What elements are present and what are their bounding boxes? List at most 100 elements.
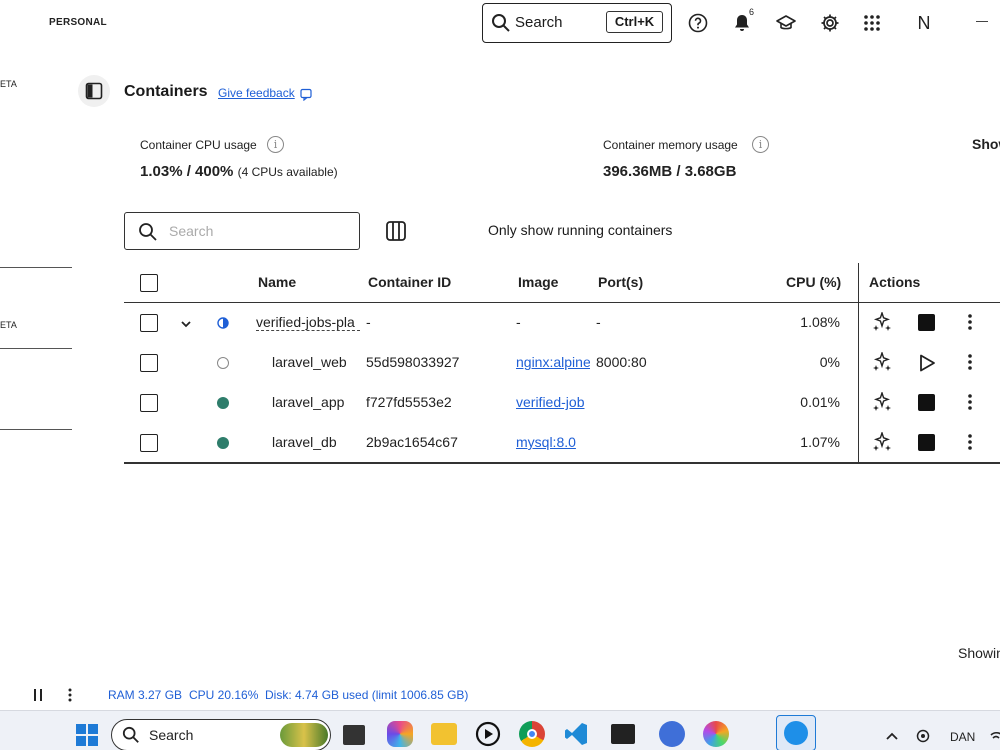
chevron-up-icon[interactable] — [885, 731, 899, 741]
search-highlight-image — [280, 723, 328, 747]
give-feedback-link[interactable]: Give feedback — [218, 86, 295, 100]
container-id: f727fd5553e2 — [366, 394, 452, 410]
container-search-field[interactable] — [124, 212, 360, 250]
column-header-cpu[interactable]: CPU (%) — [786, 274, 841, 290]
apps-grid-icon[interactable] — [861, 12, 883, 34]
stopped-status-icon — [217, 357, 229, 369]
system-tray-icon[interactable] — [916, 728, 930, 744]
column-header-ports[interactable]: Port(s) — [598, 274, 643, 290]
account-label[interactable]: PERSONAL — [49, 17, 107, 28]
container-cpu: 1.07% — [800, 434, 840, 450]
sidebar-divider — [0, 429, 72, 430]
app-icon[interactable] — [659, 721, 685, 747]
stop-icon[interactable] — [918, 314, 935, 331]
disk-usage: Disk: 4.74 GB used (limit 1006.85 GB) — [265, 688, 469, 702]
media-player-icon[interactable] — [475, 721, 501, 747]
stop-icon[interactable] — [918, 434, 935, 451]
more-options-icon[interactable] — [960, 392, 980, 412]
help-icon[interactable] — [687, 12, 709, 34]
taskbar-search-label: Search — [149, 727, 194, 743]
stop-icon[interactable] — [918, 394, 935, 411]
info-icon[interactable]: i — [267, 136, 284, 153]
ask-gordon-sparkle-icon[interactable] — [872, 312, 892, 332]
terminal-icon[interactable] — [611, 724, 635, 744]
file-manager-icon[interactable] — [343, 725, 365, 745]
select-all-checkbox[interactable] — [140, 274, 158, 292]
sidebar-beta-badge: ETA — [0, 320, 17, 330]
chrome-icon[interactable] — [519, 721, 545, 747]
toggle-sidebar-button[interactable] — [78, 75, 110, 107]
gear-icon[interactable] — [819, 12, 841, 34]
more-options-icon[interactable] — [960, 432, 980, 452]
ask-gordon-sparkle-icon[interactable] — [872, 392, 892, 412]
container-image-link[interactable]: mysql:8.0 — [516, 434, 590, 450]
cpu-available: (4 CPUs available) — [237, 165, 338, 179]
row-checkbox[interactable] — [140, 354, 158, 372]
minimize-window-button[interactable] — [976, 21, 988, 22]
ram-usage: RAM 3.27 GB — [108, 688, 183, 702]
container-name[interactable]: verified-jobs-pla — [256, 314, 360, 331]
search-shortcut: Ctrl+K — [606, 11, 663, 33]
running-status-icon — [217, 397, 229, 409]
row-checkbox[interactable] — [140, 394, 158, 412]
columns-icon — [386, 221, 406, 241]
docker-app-button[interactable] — [776, 715, 816, 750]
search-icon — [122, 726, 139, 743]
learning-center-icon[interactable] — [775, 12, 797, 34]
global-search-button[interactable]: Search Ctrl+K — [482, 3, 672, 43]
taskbar-search[interactable]: Search — [111, 719, 331, 750]
top-bar: PERSONAL Search Ctrl+K 6 N — [0, 0, 1000, 46]
container-ports: - — [596, 314, 601, 330]
windows-start-icon[interactable] — [76, 724, 98, 746]
more-options-icon[interactable] — [63, 688, 77, 702]
more-options-icon[interactable] — [960, 352, 980, 372]
wifi-icon[interactable] — [990, 729, 1000, 743]
sidebar-divider — [0, 267, 72, 268]
cpu-usage-value: 1.03% / 400% (4 CPUs available) — [140, 163, 338, 180]
folder-icon[interactable] — [431, 723, 457, 745]
row-checkbox[interactable] — [140, 314, 158, 332]
global-search-label: Search — [515, 14, 563, 31]
container-image-link[interactable]: nginx:alpine — [516, 354, 590, 370]
page-title: Containers — [124, 83, 208, 100]
panel-icon — [85, 82, 103, 100]
ask-gordon-sparkle-icon[interactable] — [872, 352, 892, 372]
container-image-link[interactable]: verified-job — [516, 394, 590, 410]
memory-usage-value: 396.36MB / 3.68GB — [603, 163, 737, 180]
more-options-icon[interactable] — [960, 312, 980, 332]
container-cpu: 1.08% — [800, 314, 840, 330]
only-running-label[interactable]: Only show running containers — [488, 222, 672, 238]
table-bottom-divider — [124, 462, 1000, 464]
column-header-image[interactable]: Image — [518, 274, 558, 290]
search-icon — [139, 223, 157, 241]
copilot-icon[interactable] — [387, 721, 413, 747]
cpu-usage-number: 1.03% / 400% — [140, 163, 234, 180]
search-icon — [492, 14, 510, 32]
container-cpu: 0.01% — [800, 394, 840, 410]
engine-paused-icon[interactable] — [32, 688, 44, 702]
chevron-down-icon[interactable] — [179, 317, 193, 331]
vscode-icon[interactable] — [563, 721, 589, 747]
info-icon[interactable]: i — [752, 136, 769, 153]
container-name[interactable]: laravel_db — [272, 434, 337, 450]
container-name[interactable]: laravel_app — [272, 394, 344, 410]
column-header-name[interactable]: Name — [258, 274, 296, 290]
ask-gordon-sparkle-icon[interactable] — [872, 432, 892, 452]
table-header-divider — [124, 302, 1000, 303]
row-checkbox[interactable] — [140, 434, 158, 452]
color-app-icon[interactable] — [703, 721, 729, 747]
container-id: 2b9ac1654c67 — [366, 434, 458, 450]
windows-taskbar: Search DAN — [0, 710, 1000, 750]
play-icon[interactable] — [917, 353, 937, 373]
avatar[interactable]: N — [912, 11, 936, 35]
container-id: - — [366, 314, 371, 330]
cpu-usage-footer: CPU 20.16% — [189, 688, 259, 702]
column-header-container-id[interactable]: Container ID — [368, 274, 451, 290]
columns-toggle-button[interactable] — [384, 219, 408, 243]
language-indicator[interactable]: DAN — [950, 730, 975, 744]
feedback-icon — [300, 88, 312, 101]
container-name[interactable]: laravel_web — [272, 354, 347, 370]
container-search-input[interactable] — [169, 221, 339, 241]
cpu-usage-label: Container CPU usage — [140, 138, 257, 152]
show-charts-toggle[interactable]: Show — [972, 136, 1000, 152]
